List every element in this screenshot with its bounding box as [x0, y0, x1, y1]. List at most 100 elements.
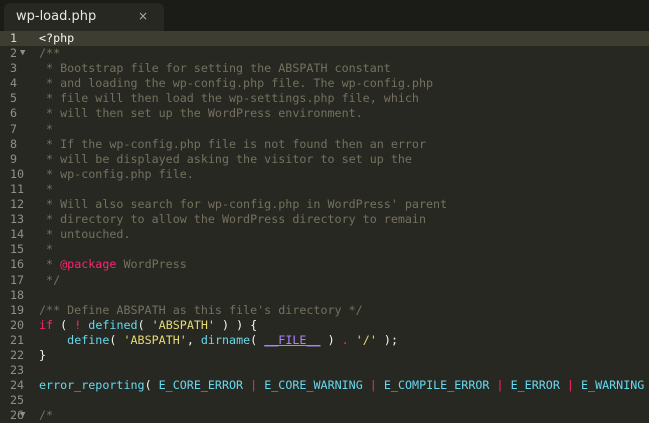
line-number: 2▼ — [0, 46, 38, 61]
token-kw: if — [39, 318, 53, 332]
token-plain: , — [187, 333, 201, 347]
code-text: * If the wp-config.php file is not found… — [38, 137, 426, 152]
code-line[interactable]: 1<?php — [0, 31, 649, 46]
fold-arrow-icon[interactable]: ▼ — [20, 46, 25, 61]
line-number: 3 — [0, 61, 38, 76]
code-line[interactable]: 21 define( 'ABSPATH', dirname( __FILE__ … — [0, 333, 649, 348]
token-fn: E_ERROR — [511, 378, 560, 392]
code-editor[interactable]: 1<?php2▼/**3 * Bootstrap file for settin… — [0, 31, 649, 423]
code-text: * — [38, 122, 53, 137]
token-fn: defined — [88, 318, 137, 332]
token-plain — [489, 378, 496, 392]
close-icon[interactable]: × — [138, 9, 148, 23]
code-text: * wp-config.php file. — [38, 167, 194, 182]
token-comment: * If the wp-config.php file is not found… — [39, 137, 426, 151]
code-text: * file will then load the wp-settings.ph… — [38, 91, 419, 106]
code-line[interactable]: 5 * file will then load the wp-settings.… — [0, 91, 649, 106]
code-line[interactable]: 8 * If the wp-config.php file is not fou… — [0, 137, 649, 152]
code-text: * Will also search for wp-config.php in … — [38, 197, 447, 212]
code-line[interactable]: 3 * Bootstrap file for setting the ABSPA… — [0, 61, 649, 76]
line-number: 15 — [0, 242, 38, 257]
tab-wp-load[interactable]: wp-load.php × — [4, 3, 164, 31]
token-comment: * and loading the wp-config.php file. Th… — [39, 76, 433, 90]
code-text: * @package WordPress — [38, 257, 187, 272]
token-plain — [504, 378, 511, 392]
code-text: } — [38, 348, 46, 363]
token-op: . — [342, 333, 349, 347]
code-text — [38, 288, 39, 303]
token-plain: ); — [377, 333, 398, 347]
code-line[interactable]: 25 — [0, 393, 649, 408]
token-plain: ( — [250, 333, 264, 347]
token-fn: E_WARNING — [581, 378, 644, 392]
code-line[interactable]: 22} — [0, 348, 649, 363]
code-text: define( 'ABSPATH', dirname( __FILE__ ) .… — [38, 333, 398, 348]
token-plain — [560, 378, 567, 392]
code-line[interactable]: 20if ( ! defined( 'ABSPATH' ) ) { — [0, 318, 649, 333]
line-number: 22 — [0, 348, 38, 363]
code-text: * directory to allow the WordPress direc… — [38, 212, 426, 227]
token-comment: * Will also search for wp-config.php in … — [39, 197, 447, 211]
token-comment: /** Define ABSPATH as this file's direct… — [39, 303, 363, 317]
code-text: error_reporting( E_CORE_ERROR | E_CORE_W… — [38, 378, 644, 393]
code-text: * — [38, 182, 53, 197]
token-comment: * untouched. — [39, 227, 130, 241]
code-line[interactable]: 12 * Will also search for wp-config.php … — [0, 197, 649, 212]
token-str: 'ABSPATH' — [123, 333, 186, 347]
line-number: 17 — [0, 273, 38, 288]
line-number: 6 — [0, 106, 38, 121]
token-plain — [39, 333, 67, 347]
token-comment: * — [39, 242, 53, 256]
code-line[interactable]: 7 * — [0, 122, 649, 137]
line-number: 4 — [0, 76, 38, 91]
tab-title: wp-load.php — [16, 9, 96, 24]
token-comment: * wp-config.php file. — [39, 167, 194, 181]
token-op: | — [497, 378, 504, 392]
token-plain: ( — [109, 333, 123, 347]
token-comment: * — [39, 182, 53, 196]
code-text: * will then set up the WordPress environ… — [38, 106, 363, 121]
fold-arrow-icon[interactable]: ▼ — [20, 408, 25, 423]
code-line[interactable]: 18 — [0, 288, 649, 303]
code-line[interactable]: 9 * will be displayed asking the visitor… — [0, 152, 649, 167]
code-line[interactable]: 24error_reporting( E_CORE_ERROR | E_CORE… — [0, 378, 649, 393]
code-text: * and loading the wp-config.php file. Th… — [38, 76, 433, 91]
token-comment: * will be displayed asking the visitor t… — [39, 152, 412, 166]
line-number: 20 — [0, 318, 38, 333]
code-line[interactable]: 4 * and loading the wp-config.php file. … — [0, 76, 649, 91]
line-number: 1 — [0, 31, 38, 46]
code-text: * Bootstrap file for setting the ABSPATH… — [38, 61, 391, 76]
code-line[interactable]: 6 * will then set up the WordPress envir… — [0, 106, 649, 121]
token-str: 'ABSPATH' — [152, 318, 215, 332]
line-number: 25 — [0, 393, 38, 408]
code-text: */ — [38, 273, 60, 288]
code-text: <?php — [38, 31, 74, 46]
code-text: * will be displayed asking the visitor t… — [38, 152, 412, 167]
code-line[interactable]: 2▼/** — [0, 46, 649, 61]
code-line[interactable]: 26▼/* — [0, 408, 649, 423]
token-plain — [349, 333, 356, 347]
code-line[interactable]: 10 * wp-config.php file. — [0, 167, 649, 182]
code-line[interactable]: 23 — [0, 363, 649, 378]
code-line[interactable]: 14 * untouched. — [0, 227, 649, 242]
code-line[interactable]: 15 * — [0, 242, 649, 257]
token-comment: WordPress — [116, 257, 186, 271]
code-line[interactable]: 19/** Define ABSPATH as this file's dire… — [0, 303, 649, 318]
line-number: 12 — [0, 197, 38, 212]
token-kw: @package — [60, 257, 116, 271]
token-plain: ) ) { — [215, 318, 257, 332]
code-line[interactable]: 17 */ — [0, 273, 649, 288]
code-text: /** Define ABSPATH as this file's direct… — [38, 303, 363, 318]
code-line[interactable]: 16 * @package WordPress — [0, 257, 649, 272]
code-line[interactable]: 13 * directory to allow the WordPress di… — [0, 212, 649, 227]
line-number: 7 — [0, 122, 38, 137]
token-comment: * — [39, 257, 60, 271]
code-line[interactable]: 11 * — [0, 182, 649, 197]
code-text: * — [38, 242, 53, 257]
token-plain: ( — [138, 318, 152, 332]
token-plain: } — [39, 348, 46, 362]
code-text: * untouched. — [38, 227, 130, 242]
line-number: 16 — [0, 257, 38, 272]
token-fn: E_COMPILE_ERROR — [384, 378, 490, 392]
token-plain — [574, 378, 581, 392]
